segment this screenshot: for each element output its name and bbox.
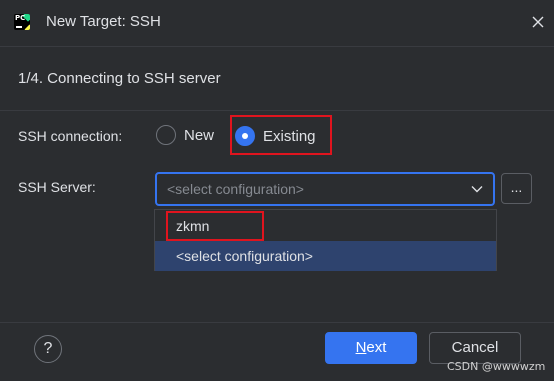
dropdown-item-select-configuration[interactable]: <select configuration> [155, 241, 496, 271]
pycharm-icon: PC [14, 14, 30, 30]
close-button[interactable] [528, 12, 548, 32]
window-title: New Target: SSH [46, 13, 161, 30]
radio-new-label: New [184, 126, 215, 144]
annotation-highlight-existing [230, 115, 332, 155]
help-button[interactable]: ? [34, 335, 62, 363]
step-label: 1/4. Connecting to SSH server [18, 70, 221, 87]
next-button[interactable]: Next [325, 332, 417, 364]
ssh-server-label: SSH Server: [18, 179, 96, 195]
ssh-connection-label: SSH connection: [18, 128, 123, 144]
radio-new-circle[interactable] [156, 125, 176, 145]
step-header: 1/4. Connecting to SSH server [0, 46, 554, 111]
watermark: CSDN @wwwwzm [447, 360, 546, 373]
chevron-down-icon [471, 186, 483, 193]
next-label-rest: ext [366, 339, 387, 356]
next-mnemonic: N [355, 339, 367, 356]
annotation-highlight-zkmn [166, 211, 264, 241]
ssh-server-value: <select configuration> [167, 181, 304, 197]
browse-button[interactable]: ... [501, 173, 532, 204]
title-bar: PC New Target: SSH [0, 0, 554, 46]
ssh-server-combobox[interactable]: <select configuration> [155, 172, 495, 206]
close-icon [532, 16, 544, 28]
radio-new[interactable]: New [156, 125, 214, 145]
